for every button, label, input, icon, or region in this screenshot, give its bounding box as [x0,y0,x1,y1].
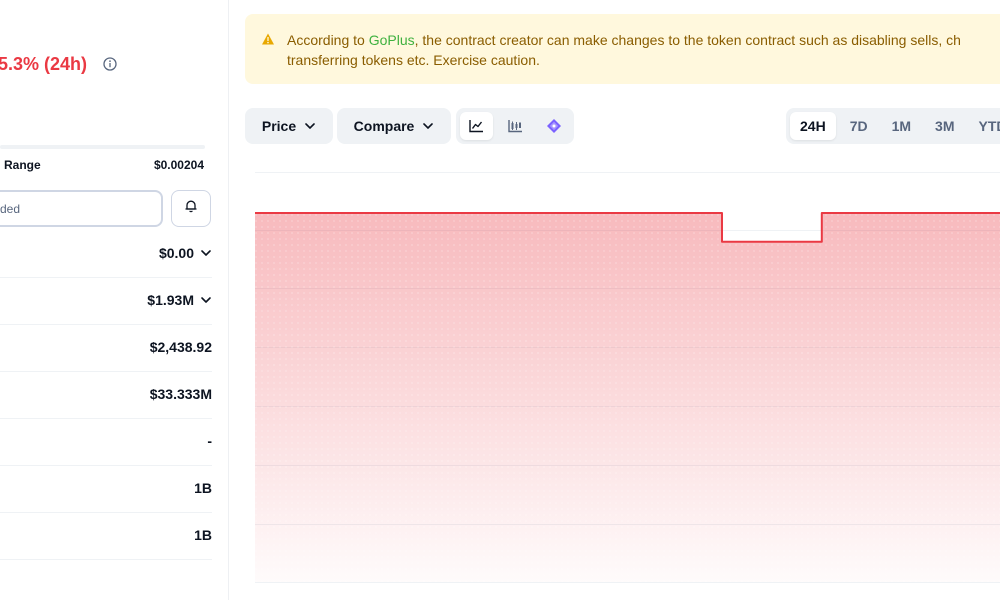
time-range-switcher: 24H 7D 1M 3M YTD [786,108,1000,144]
alert-message: According to GoPlus, the contract creato… [287,30,1000,70]
price-chart[interactable] [255,172,1000,592]
range-24h-button[interactable]: 24H [790,112,836,140]
stat-value: $33.333M [149,386,212,402]
price-dropdown-button[interactable]: Price [245,108,333,144]
candlestick-icon [508,120,522,133]
price-alert-button[interactable] [171,190,211,227]
stat-row: 1B [0,466,212,513]
stat-value: $1.93M [147,292,212,308]
range-1m-button[interactable]: 1M [882,112,921,140]
stat-row: $33.333M [0,372,212,419]
range-ytd-button[interactable]: YTD [969,112,1000,140]
line-chart-button[interactable] [460,112,493,140]
stat-value: 1B [194,527,212,543]
chevron-down-icon[interactable] [200,247,212,259]
compare-dropdown-button[interactable]: Compare [337,108,451,144]
range-label: Range [4,158,41,172]
range-3m-button[interactable]: 3M [925,112,964,140]
stat-value: - [207,433,212,449]
chevron-down-icon[interactable] [200,294,212,306]
stat-row: - [0,419,212,466]
chart-type-switcher [456,108,574,144]
goplus-link[interactable]: GoPlus [369,32,415,48]
price-change-24h: 5.3% (24h) [0,54,88,74]
stat-value-text: $1.93M [147,292,194,308]
stat-value-text: $0.00 [158,245,194,261]
stat-value: $2,438.92 [149,339,212,355]
price-alert-input[interactable] [0,190,163,227]
price-dropdown-label: Price [261,118,297,134]
tradingview-icon [546,119,561,133]
bell-icon [184,199,198,218]
range-7d-button[interactable]: 7D [840,112,878,140]
warning-icon [261,32,275,46]
stat-row: 1B [0,513,212,560]
price-area-texture [255,213,1000,582]
compare-dropdown-label: Compare [353,118,415,134]
range-high-value: $0.00204 [153,158,204,172]
stat-row[interactable]: $1.93M [0,278,212,325]
chevron-down-icon [423,123,434,129]
stat-value: $0.00 [159,245,212,261]
stat-row: $2,438.92 [0,325,212,372]
chevron-down-icon [305,123,315,129]
stat-row[interactable]: $0.00 [0,231,212,278]
candlestick-chart-button[interactable] [499,112,532,140]
line-chart-icon [469,120,484,133]
token-stats-panel: 5.3% (24h) Range $0.00204 $0.00 $1.93M $… [0,0,229,600]
alert-prefix: According to [287,32,369,48]
contract-risk-alert: According to GoPlus, the contract creato… [245,14,1000,84]
price-range-bar [0,145,205,149]
stat-value: 1B [194,480,212,496]
tradingview-button[interactable] [537,112,570,140]
info-icon[interactable] [103,57,117,71]
